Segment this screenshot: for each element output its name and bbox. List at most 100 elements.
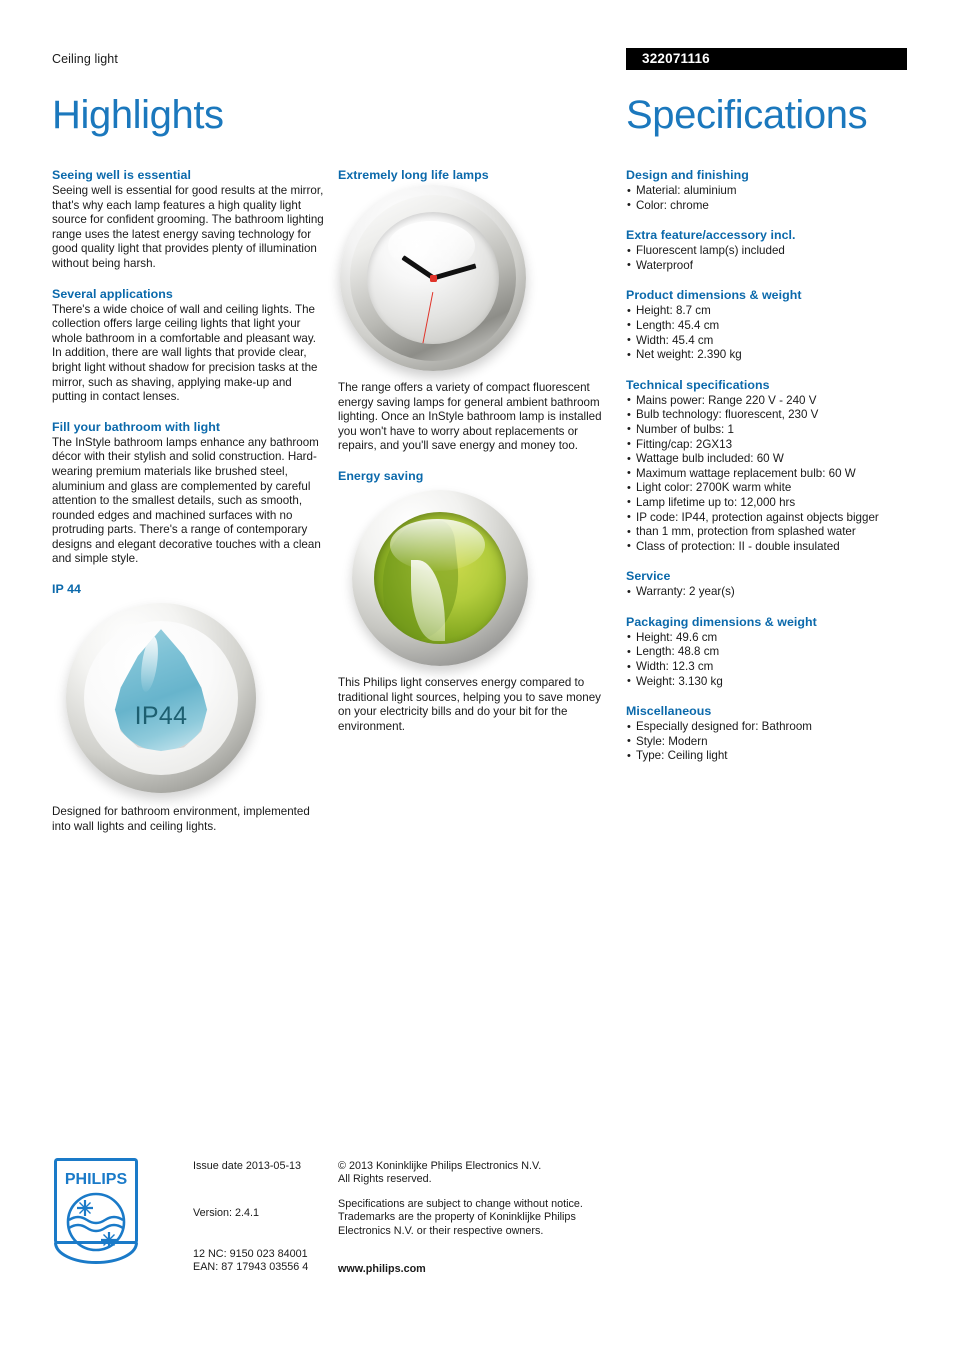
specifications-column: Design and finishing Material: aluminium… (626, 168, 914, 764)
footer-version: Version: 2.4.1 (193, 1207, 260, 1219)
spec-item: Light color: 2700K warm white (626, 481, 914, 496)
footer-disclaimer-group: Specifications are subject to change wit… (338, 1198, 608, 1238)
footer-version-group: Version: 2.4.1 (193, 1207, 323, 1220)
clock-center-pin (429, 274, 437, 282)
philips-logo: PHILIPS (54, 1158, 138, 1264)
spec-group: Product dimensions & weight Height: 8.7 … (626, 288, 914, 362)
page-title-highlights: Highlights (52, 93, 224, 137)
highlight-heading: IP 44 (52, 582, 81, 597)
spec-item: Fitting/cap: 2GX13 (626, 437, 914, 453)
spec-item: Maximum wattage replacement bulb: 60 W (626, 466, 914, 482)
spec-item: Lamp lifetime up to: 12,000 hrs (626, 495, 914, 511)
footer-12nc: 12 NC: 9150 023 84001 (193, 1248, 308, 1260)
spec-item: Width: 12.3 cm (626, 660, 914, 675)
green-leaf-icon (352, 489, 528, 666)
highlight-block: Seeing well is essential Seeing well is … (52, 168, 328, 272)
highlight-heading: Several applications (52, 286, 173, 301)
spec-item: IP code: IP44, protection against object… (626, 510, 914, 526)
spec-item: Warranty: 2 year(s) (626, 585, 914, 600)
highlight-heading: Fill your bathroom with light (52, 419, 221, 434)
spec-list: Mains power: Range 220 V - 240 V Bulb te… (626, 393, 914, 555)
highlight-block-energy-saving: Energy saving This Philips light conserv… (338, 469, 614, 734)
product-code-bar: 322071116 (626, 48, 907, 70)
spec-list: Warranty: 2 year(s) (626, 585, 914, 600)
spec-list: Height: 8.7 cm Length: 45.4 cm Width: 45… (626, 304, 914, 362)
clock-icon (340, 185, 526, 371)
footer-copyright-line2: All Rights reserved. (338, 1173, 432, 1186)
highlight-heading: Seeing well is essential (52, 168, 191, 182)
spec-item: Net weight: 2.390 kg (626, 348, 914, 363)
footer-disclaimer-line3: Electronics N.V. or their respective own… (338, 1224, 544, 1237)
footer-disclaimer-line2: Trademarks are the property of Koninklij… (338, 1211, 576, 1224)
spec-item: Fluorescent lamp(s) included (626, 244, 914, 259)
spec-item: Height: 49.6 cm (626, 630, 914, 646)
spec-item: Waterproof (626, 258, 914, 274)
highlight-body: Seeing well is essential for good result… (52, 184, 324, 270)
footer-disclaimer-line1: Specifications are subject to change wit… (338, 1198, 583, 1210)
footer-website-group[interactable]: www.philips.com (338, 1263, 608, 1276)
highlight-block: Several applications There's a wide choi… (52, 287, 328, 405)
philips-star (77, 1200, 93, 1216)
spec-group: Miscellaneous Especially designed for: B… (626, 704, 914, 764)
highlight-block-long-life: Extremely long life lamps The range offe… (338, 168, 614, 454)
highlight-body: There's a wide choice of wall and ceilin… (52, 302, 318, 404)
spec-list: Fluorescent lamp(s) included Waterproof (626, 244, 914, 273)
spec-item: Bulb technology: fluorescent, 230 V (626, 408, 914, 423)
spec-item: Mains power: Range 220 V - 240 V (626, 393, 914, 409)
clock-second-hand (421, 291, 434, 344)
footer-copyright-line1: © 2013 Koninklijke Philips Electronics N… (338, 1160, 542, 1172)
spec-item: Number of bulbs: 1 (626, 422, 914, 438)
spec-list: Especially designed for: Bathroom Style:… (626, 720, 914, 764)
footer-issue-date-group: Issue date 2013-05-13 (193, 1160, 323, 1173)
spec-item: Height: 8.7 cm (626, 304, 914, 319)
spec-item: Length: 48.8 cm (626, 645, 914, 660)
leaf-highlight (389, 518, 485, 572)
spec-item: Material: aluminium (626, 184, 914, 199)
spec-item: Width: 45.4 cm (626, 333, 914, 349)
page-title-specifications: Specifications (626, 93, 868, 137)
clock-gloss (388, 221, 476, 272)
product-leaflet-page: Ceiling light 322071116 Highlights Speci… (0, 0, 954, 1350)
spec-item: Class of protection: II - double insulat… (626, 539, 914, 555)
philips-wordmark: PHILIPS (65, 1171, 128, 1188)
spec-item: Color: chrome (626, 198, 914, 214)
spec-heading: Service (626, 569, 671, 584)
spec-item: Wattage bulb included: 60 W (626, 452, 914, 467)
spec-list: Height: 49.6 cm Length: 48.8 cm Width: 1… (626, 630, 914, 689)
spec-item: Type: Ceiling light (626, 749, 914, 764)
highlight-heading: Energy saving (338, 468, 424, 483)
spec-heading: Product dimensions & weight (626, 288, 802, 303)
leaf-sphere (374, 511, 506, 644)
highlight-block: Fill your bathroom with light The InStyl… (52, 420, 328, 567)
spec-group: Design and finishing Material: aluminium… (626, 168, 914, 213)
spec-group: Service Warranty: 2 year(s) (626, 569, 914, 600)
highlight-body: The InStyle bathroom lamps enhance any b… (52, 435, 321, 566)
spec-group: Extra feature/accessory incl. Fluorescen… (626, 228, 914, 273)
clock-face (367, 212, 499, 344)
spec-item: Style: Modern (626, 734, 914, 750)
spec-group: Packaging dimensions & weight Height: 49… (626, 615, 914, 689)
footer-ean: EAN: 87 17943 03556 4 (193, 1261, 309, 1274)
spec-heading: Technical specifications (626, 377, 770, 392)
spec-heading: Packaging dimensions & weight (626, 614, 817, 629)
highlight-block-ip44: IP 44 IP44 Designed for bathroom environ… (52, 582, 328, 834)
highlights-column-2: Extremely long life lamps The range offe… (338, 168, 614, 734)
spec-item: Length: 45.4 cm (626, 318, 914, 334)
spec-heading: Miscellaneous (626, 704, 712, 719)
spec-heading: Extra feature/accessory incl. (626, 228, 796, 243)
ip44-badge-icon: IP44 (66, 603, 256, 794)
highlights-column-1: Seeing well is essential Seeing well is … (52, 168, 328, 834)
footer-website-link[interactable]: www.philips.com (338, 1263, 608, 1276)
highlight-body: Designed for bathroom environment, imple… (52, 805, 310, 833)
spec-list: Material: aluminium Color: chrome (626, 184, 914, 213)
spec-group: Technical specifications Mains power: Ra… (626, 378, 914, 555)
footer-codes-group: 12 NC: 9150 023 84001 EAN: 87 17943 0355… (193, 1248, 343, 1275)
highlight-heading: Extremely long life lamps (338, 168, 489, 182)
philips-star (101, 1232, 117, 1248)
ip44-label: IP44 (134, 702, 188, 731)
spec-item-continuation: than 1 mm, protection from splashed wate… (626, 525, 914, 540)
spec-item: Especially designed for: Bathroom (626, 720, 914, 735)
highlight-body: This Philips light conserves energy comp… (338, 675, 601, 733)
footer-copyright-group: © 2013 Koninklijke Philips Electronics N… (338, 1160, 608, 1187)
page-kicker: Ceiling light (52, 52, 118, 66)
